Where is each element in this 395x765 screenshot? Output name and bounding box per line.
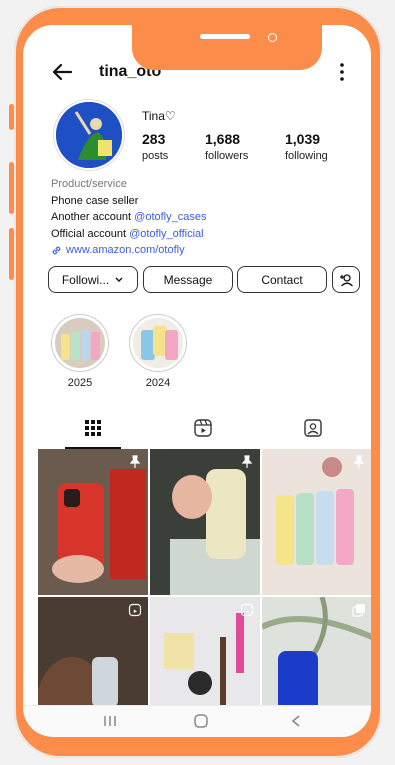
highlight-phone-cases-image [55, 318, 105, 368]
pin-icon [129, 455, 141, 468]
back-icon [291, 715, 300, 727]
post-thumbnail[interactable] [262, 449, 371, 595]
more-options-icon[interactable] [339, 62, 345, 82]
home-icon [194, 714, 208, 728]
front-camera [268, 33, 277, 42]
app-screen: tina_oto Tina♡ 283 posts 1,688 followers… [23, 25, 371, 737]
tab-reels[interactable] [175, 408, 231, 448]
following-count: 1,039 [285, 131, 321, 147]
following-stat[interactable]: 1,039 following [285, 131, 328, 162]
mention-link[interactable]: @otofly_cases [134, 211, 206, 223]
avatar-photo [56, 102, 122, 168]
followers-label: followers [205, 150, 249, 162]
post-image [150, 449, 260, 595]
story-highlight[interactable] [129, 314, 187, 372]
following-button[interactable]: Followi... [48, 266, 138, 293]
bio-prefix: Official account [51, 227, 130, 240]
bio-website-link[interactable]: www.amazon.com/otofly [51, 242, 206, 259]
website-url: www.amazon.com/otofly [66, 244, 185, 256]
story-highlight[interactable] [51, 314, 109, 372]
profile-avatar[interactable] [56, 102, 122, 168]
tab-tagged[interactable] [285, 408, 341, 448]
highlight-label: 2025 [67, 377, 93, 389]
bio-line-official-account: Official account @otofly_official [51, 226, 206, 243]
link-icon [52, 246, 61, 255]
system-navigation-bar [23, 705, 371, 737]
post-grid [38, 449, 371, 737]
recent-apps-button[interactable] [99, 711, 121, 731]
post-image [262, 449, 371, 595]
bio-prefix: Another account [51, 211, 135, 223]
recent-apps-icon [104, 716, 116, 726]
highlight-cover [133, 318, 183, 368]
posts-stat[interactable]: 283 posts [142, 131, 168, 162]
contact-button[interactable]: Contact [237, 266, 327, 293]
back-button[interactable] [285, 711, 307, 731]
mention-link[interactable]: @otofly_official [129, 228, 204, 240]
pin-icon [353, 455, 365, 468]
bio-line: Phone case seller [51, 194, 139, 207]
grid-icon [85, 420, 101, 436]
message-button[interactable]: Message [143, 266, 233, 293]
tagged-icon [304, 419, 322, 437]
speaker [200, 34, 250, 39]
back-arrow-icon[interactable] [51, 61, 73, 83]
home-button[interactable] [190, 711, 212, 731]
profile-tabs [23, 408, 371, 449]
reels-icon [128, 603, 142, 617]
followers-count: 1,688 [205, 131, 241, 147]
posts-count: 283 [142, 131, 166, 147]
bio-line-other-account: Another account @otofly_cases [51, 209, 206, 226]
highlight-label: 2024 [145, 377, 171, 389]
followers-stat[interactable]: 1,688 followers [205, 131, 248, 162]
multiple-posts-icon [352, 604, 365, 617]
pin-icon [241, 455, 253, 468]
following-button-label: Followi... [61, 272, 110, 287]
reels-icon [194, 419, 212, 437]
highlight-phone-cases-image [133, 318, 183, 368]
tab-posts[interactable] [65, 408, 121, 448]
chevron-down-icon [115, 277, 123, 282]
bio-category: Product/service [51, 178, 127, 190]
profile-bio: Product/service Phone case seller Anothe… [51, 176, 206, 259]
highlight-cover [55, 318, 105, 368]
profile-display-name: Tina♡ [142, 109, 176, 123]
post-image [38, 449, 148, 595]
post-thumbnail[interactable] [150, 449, 260, 595]
notch [132, 25, 322, 70]
add-friend-button[interactable] [332, 266, 360, 293]
following-label: following [285, 150, 328, 162]
reels-icon [240, 603, 254, 617]
post-thumbnail[interactable] [38, 449, 148, 595]
add-user-icon [340, 273, 353, 286]
posts-label: posts [142, 150, 169, 162]
